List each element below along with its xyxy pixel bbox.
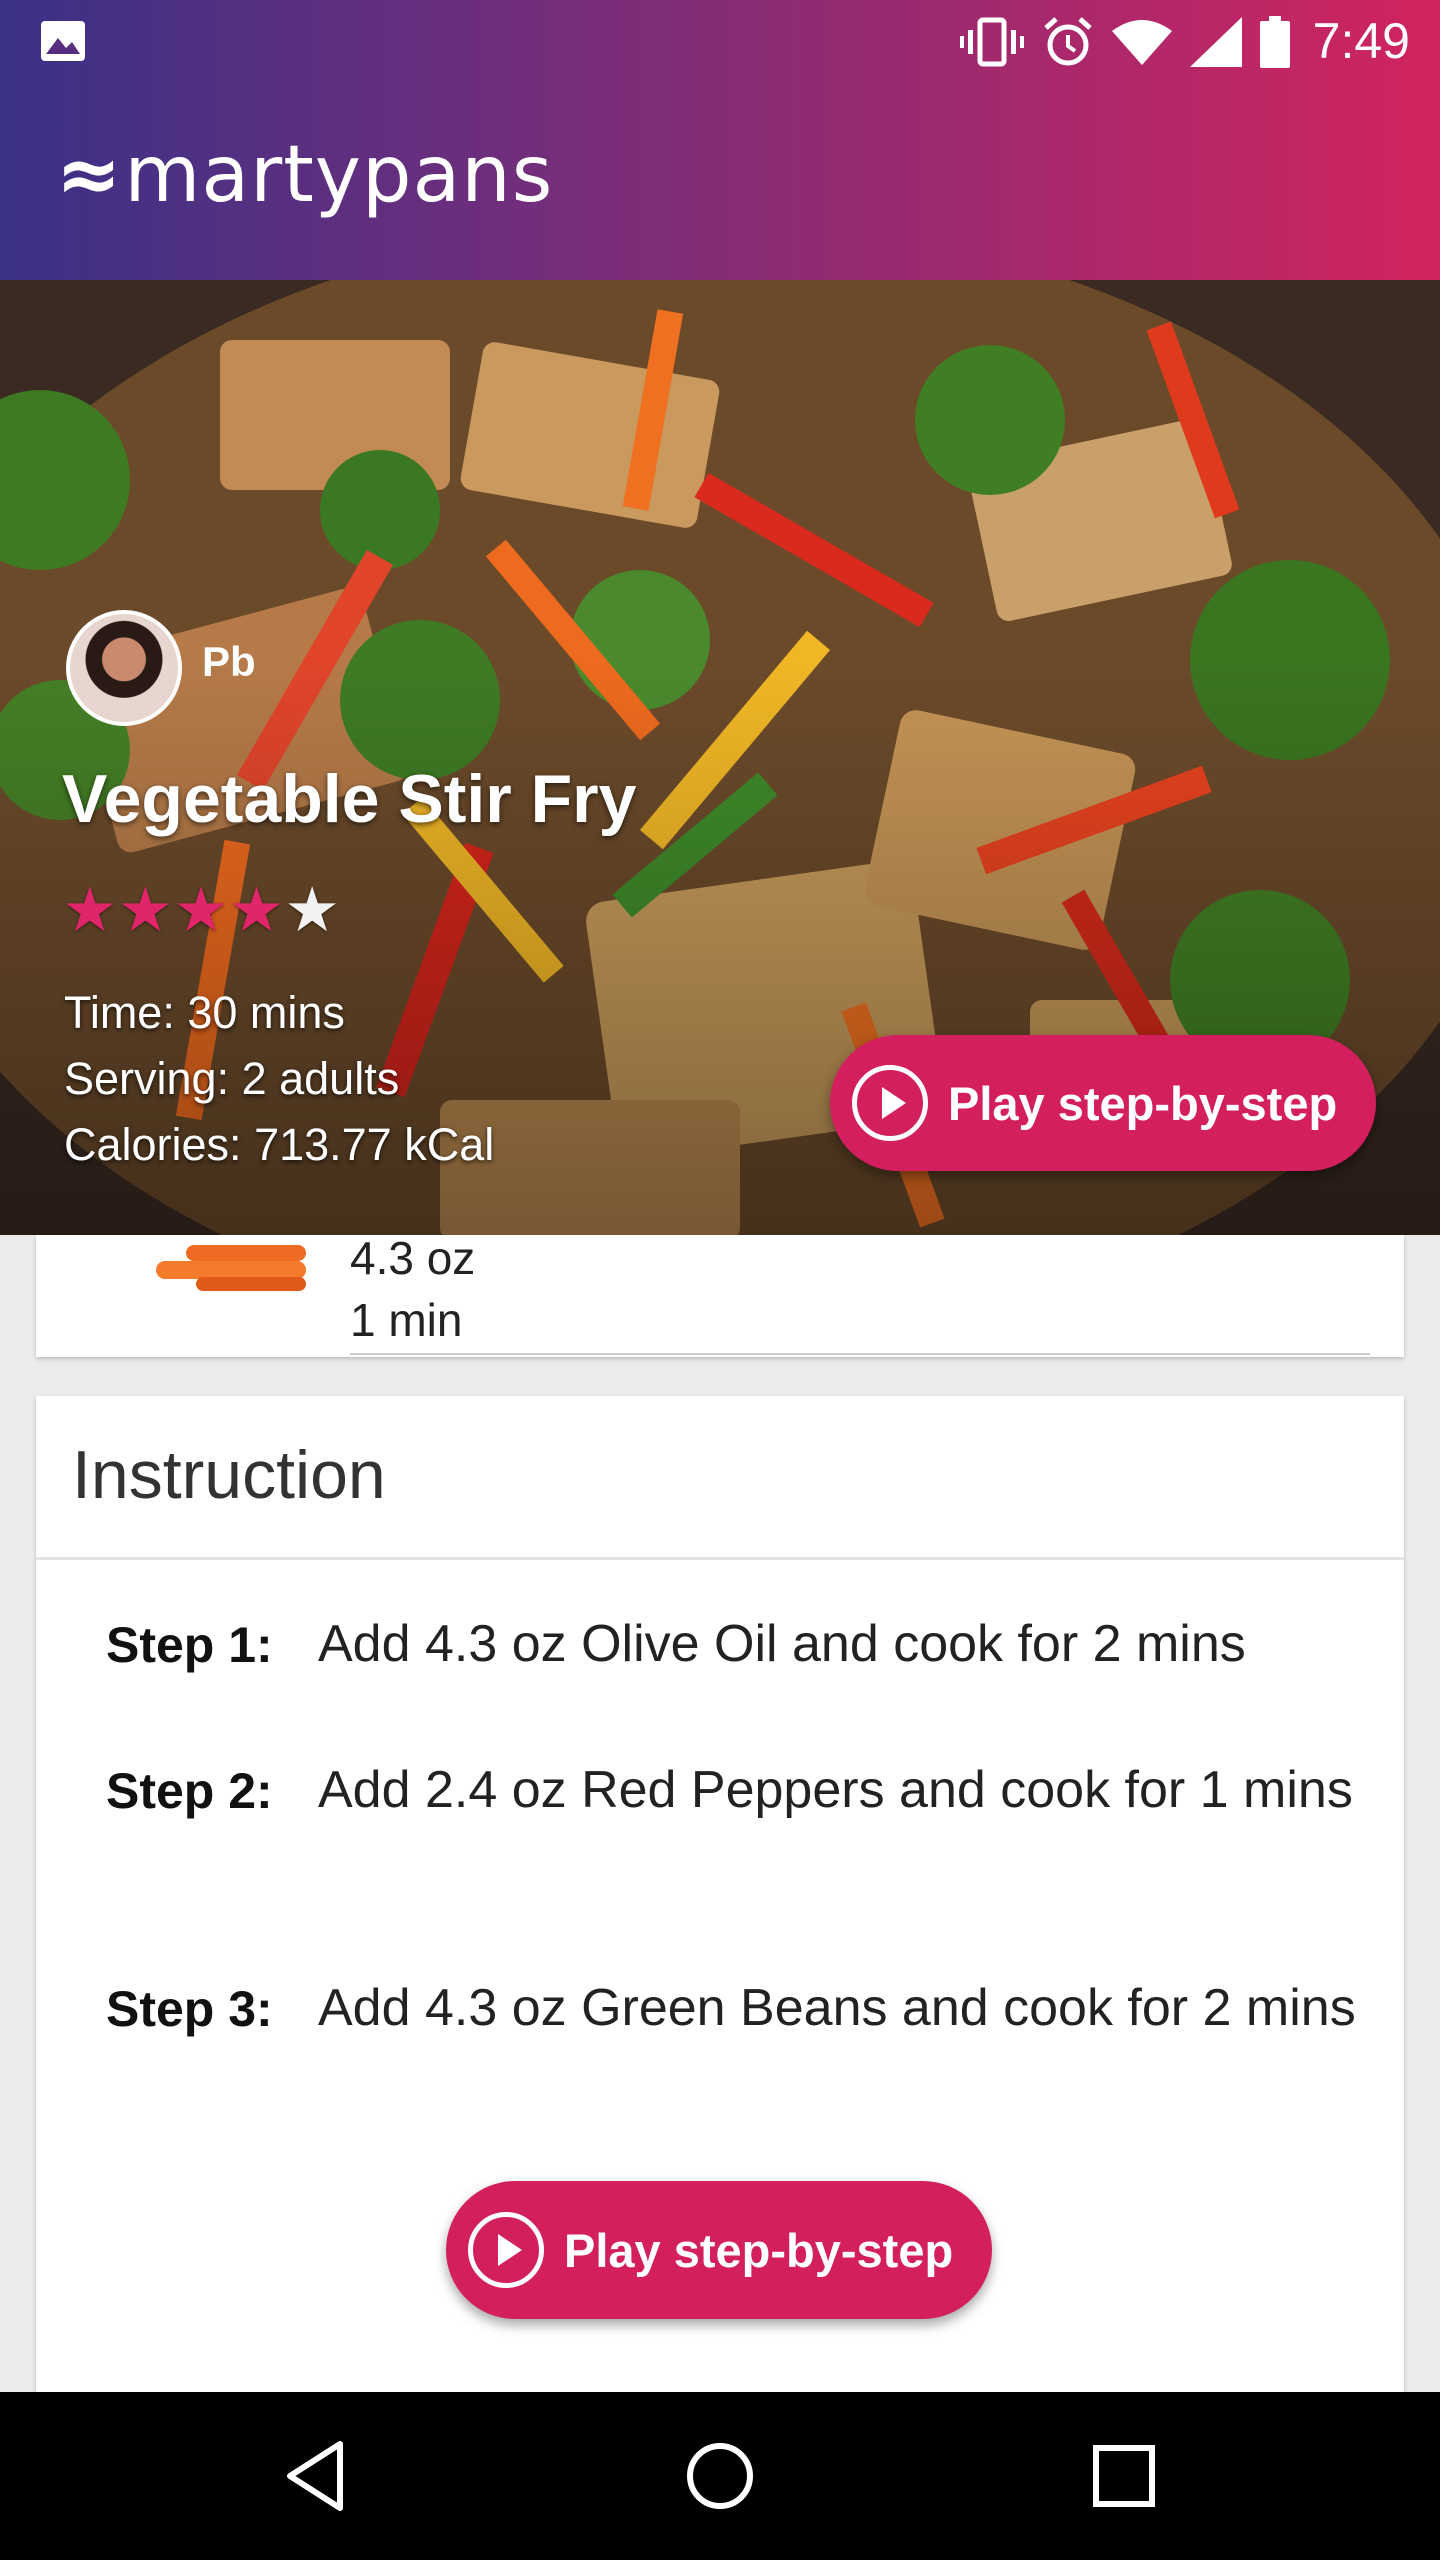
home-icon[interactable] <box>680 2436 760 2516</box>
recents-icon[interactable] <box>1084 2436 1164 2516</box>
recipe-serving: Serving: 2 adults <box>64 1053 400 1104</box>
play-button-label: Play step-by-step <box>564 2223 954 2277</box>
star-filled-icon: ★ <box>62 876 118 945</box>
play-icon <box>852 1065 928 1141</box>
rating-stars: ★ ★ ★ ★ ★ <box>62 880 340 942</box>
divider <box>350 1353 1370 1355</box>
author-name[interactable]: Pb <box>202 638 256 686</box>
ingredient-list-card: 4.3 oz 1 min <box>36 1232 1404 1357</box>
wifi-icon <box>1112 20 1172 65</box>
step-label: Step 2: <box>106 1763 273 1819</box>
alarm-icon <box>1044 17 1092 66</box>
smartypans-logo: ≈martypans <box>56 130 554 220</box>
carrot-thumbnail <box>156 1245 306 1291</box>
play-button-label: Play step-by-step <box>948 1076 1338 1130</box>
ingredient-amount: 4.3 oz <box>350 1232 476 1284</box>
instruction-card: Instruction Step 1: Add 4.3 oz Olive Oil… <box>36 1396 1404 2392</box>
avatar[interactable] <box>66 610 182 726</box>
navigation-bar <box>0 2392 1440 2560</box>
play-step-by-step-button[interactable]: Play step-by-step <box>446 2181 992 2319</box>
instruction-title: Instruction <box>72 1437 386 1513</box>
recipe-calories: Calories: 713.77 kCal <box>64 1119 495 1170</box>
step-text: Add 4.3 oz Green Beans and cook for 2 mi… <box>318 1979 1356 2037</box>
star-filled-icon: ★ <box>173 876 229 945</box>
instruction-header: Instruction <box>36 1396 1404 1560</box>
battery-icon <box>1260 16 1290 68</box>
step-text: Add 4.3 oz Olive Oil and cook for 2 mins <box>318 1615 1246 1673</box>
step-text: Add 2.4 oz Red Peppers and cook for 1 mi… <box>318 1761 1353 1819</box>
app-header: 7:49 ≈martypans <box>0 0 1440 280</box>
vibrate-icon <box>960 17 1024 67</box>
clock: 7:49 <box>1312 13 1410 69</box>
recipe-meta: Time: 30 mins Serving: 2 adults Calories… <box>64 980 494 1178</box>
signal-icon <box>1190 17 1242 67</box>
star-filled-icon: ★ <box>117 876 174 945</box>
step-item: Step 3: Add 4.3 oz Green Beans and cook … <box>106 1979 1356 2045</box>
recipe-time: Time: 30 mins <box>64 987 345 1038</box>
step-label: Step 3: <box>106 1981 273 2037</box>
step-label: Step 1: <box>106 1617 273 1673</box>
back-icon[interactable] <box>276 2436 356 2516</box>
image-notification-icon <box>41 21 85 61</box>
star-filled-icon: ★ <box>228 876 285 945</box>
ingredient-duration: 1 min <box>350 1294 463 1346</box>
recipe-title: Vegetable Stir Fry <box>62 761 637 837</box>
play-icon <box>468 2212 544 2288</box>
author[interactable]: Pb <box>66 610 256 726</box>
status-bar: 7:49 <box>0 0 1440 84</box>
star-empty-icon: ★ <box>284 876 340 945</box>
step-item: Step 2: Add 2.4 oz Red Peppers and cook … <box>106 1761 1356 1827</box>
step-item: Step 1: Add 4.3 oz Olive Oil and cook fo… <box>106 1615 1356 1681</box>
play-step-by-step-button[interactable]: Play step-by-step <box>830 1035 1376 1171</box>
